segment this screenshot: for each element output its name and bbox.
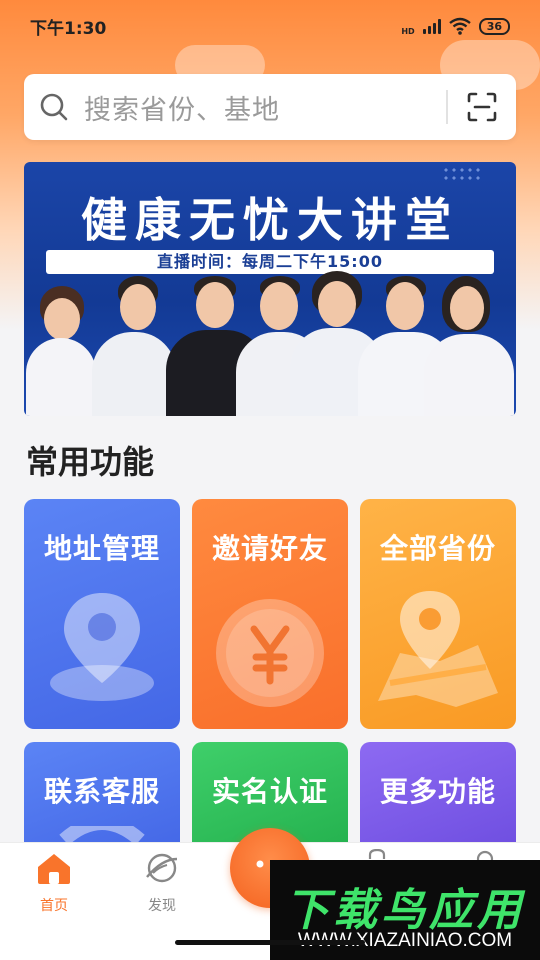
banner-title: 健康无忧大讲堂 [81, 194, 459, 246]
section-title: 常用功能 [26, 443, 155, 481]
tile-label: 实名认证 [211, 775, 328, 808]
battery-icon: 36 [478, 17, 510, 35]
map-pin-icon [378, 591, 498, 707]
tile-more-functions[interactable]: 更多功能 [360, 742, 516, 852]
tile-contact-service[interactable]: 联系客服 [24, 742, 180, 852]
promo-banner[interactable]: 健康无忧大讲堂 直播时间：每周二下午15:00 [24, 162, 516, 416]
network-label: HD [401, 26, 415, 36]
yen-coin-icon [216, 599, 324, 707]
location-pin-icon [50, 593, 154, 701]
tile-label: 地址管理 [43, 532, 160, 565]
tab-home-label: 首页 [40, 898, 68, 914]
tile-label: 全部省份 [379, 532, 496, 565]
planet-icon [146, 853, 178, 883]
signal-icon [422, 18, 441, 34]
search-bar[interactable]: 搜索省份、基地 [24, 74, 516, 140]
search-input[interactable]: 搜索省份、基地 [84, 88, 446, 127]
wifi-icon [448, 17, 471, 35]
battery-level: 36 [486, 19, 502, 33]
tile-address-management[interactable]: 地址管理 [24, 499, 180, 729]
status-bar: 下午1:30 HD 36 [0, 0, 540, 52]
tile-label: 更多功能 [379, 775, 496, 808]
status-icons: HD 36 [401, 17, 510, 36]
tab-home[interactable]: 首页 [14, 851, 94, 915]
status-time: 下午1:30 [30, 18, 107, 39]
banner-dots-decoration [442, 166, 482, 182]
tile-label: 联系客服 [43, 775, 160, 808]
tab-discover-label: 发现 [148, 898, 176, 914]
home-indicator [175, 940, 365, 945]
tile-all-provinces[interactable]: 全部省份 [360, 499, 516, 729]
search-icon [24, 74, 84, 140]
tile-label: 邀请好友 [211, 532, 328, 565]
tab-discover[interactable]: 发现 [122, 851, 202, 915]
watermark-title: 下载鸟应用 [285, 885, 525, 936]
banner-subtitle: 直播时间：每周二下午15:00 [46, 250, 494, 274]
tile-invite-friends[interactable]: 邀请好友 [192, 499, 348, 729]
watermark: 下载鸟应用 WWW.XIAZAINIAO.COM [270, 860, 540, 960]
home-icon [38, 854, 70, 884]
scan-icon[interactable] [448, 74, 516, 140]
